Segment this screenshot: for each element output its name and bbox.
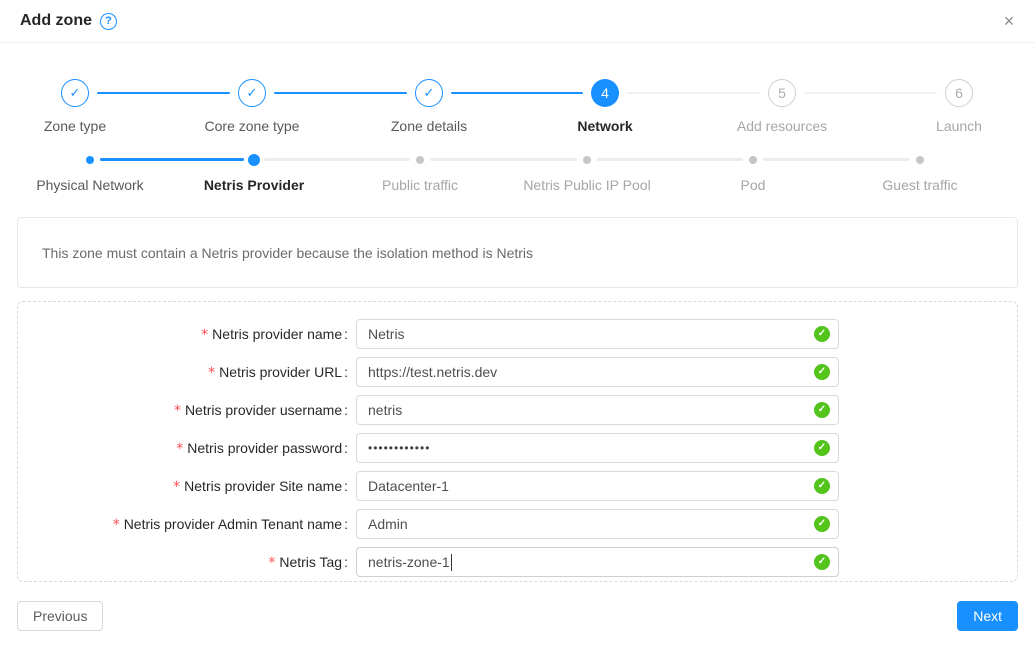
form-row-netris-tag: *Netris Tag: netris-zone-1 ✓	[18, 547, 1017, 577]
check-icon: ✓	[424, 85, 435, 101]
substep-label-pod: Pod	[741, 177, 766, 193]
step-icon-add-resources: 5	[768, 79, 796, 107]
form-row-provider-username: *Netris provider username: netris ✓	[18, 395, 1017, 425]
substep-dot-pod	[749, 156, 757, 164]
step-icon-launch: 6	[945, 79, 973, 107]
form-row-provider-password: *Netris provider password: •••••••••••• …	[18, 433, 1017, 463]
valid-check-icon: ✓	[814, 516, 830, 532]
step-number: 5	[778, 85, 786, 101]
netris-provider-name-input[interactable]: Netris ✓	[356, 319, 839, 349]
next-button[interactable]: Next	[957, 601, 1018, 631]
substep-connector	[763, 158, 910, 161]
field-label: *Netris provider password:	[18, 440, 348, 457]
step-connector	[627, 92, 760, 94]
netris-provider-url-input[interactable]: https://test.netris.dev ✓	[356, 357, 839, 387]
substep-label-guest-traffic: Guest traffic	[882, 177, 957, 193]
step-label-add-resources: Add resources	[737, 118, 827, 134]
form-row-provider-url: *Netris provider URL: https://test.netri…	[18, 357, 1017, 387]
field-label: *Netris provider name:	[18, 326, 348, 343]
step-label-core-zone-type: Core zone type	[205, 118, 300, 134]
field-label: *Netris provider URL:	[18, 364, 348, 381]
substep-label-public-traffic: Public traffic	[382, 177, 458, 193]
previous-button[interactable]: Previous	[17, 601, 103, 631]
field-label: *Netris provider username:	[18, 402, 348, 419]
check-icon: ✓	[247, 85, 258, 101]
required-asterisk: *	[173, 479, 180, 495]
required-asterisk: *	[176, 441, 183, 457]
substep-dot-guest-traffic	[916, 156, 924, 164]
add-zone-dialog: Add zone ? × ✓ ✓ ✓ 4 5 6 Zone type Core …	[0, 0, 1035, 653]
substep-dot-physical-network	[86, 156, 94, 164]
netris-provider-username-input[interactable]: netris ✓	[356, 395, 839, 425]
field-label: *Netris Tag:	[18, 554, 348, 571]
form-row-admin-tenant-name: *Netris provider Admin Tenant name: Admi…	[18, 509, 1017, 539]
valid-check-icon: ✓	[814, 554, 830, 570]
step-label-zone-details: Zone details	[391, 118, 467, 134]
netris-provider-site-name-input[interactable]: Datacenter-1 ✓	[356, 471, 839, 501]
valid-check-icon: ✓	[814, 478, 830, 494]
step-label-launch: Launch	[936, 118, 982, 134]
isolation-notice: This zone must contain a Netris provider…	[17, 217, 1018, 288]
required-asterisk: *	[174, 403, 181, 419]
valid-check-icon: ✓	[814, 402, 830, 418]
substep-dot-netris-provider	[248, 154, 260, 166]
text-cursor	[451, 554, 452, 571]
netris-provider-admin-tenant-input[interactable]: Admin ✓	[356, 509, 839, 539]
required-asterisk: *	[201, 327, 208, 343]
required-asterisk: *	[268, 555, 275, 571]
netris-tag-input[interactable]: netris-zone-1 ✓	[356, 547, 839, 577]
substep-connector	[264, 158, 410, 161]
form-row-site-name: *Netris provider Site name: Datacenter-1…	[18, 471, 1017, 501]
valid-check-icon: ✓	[814, 440, 830, 456]
step-number: 6	[955, 85, 963, 101]
step-connector	[97, 92, 230, 94]
substep-label-physical-network: Physical Network	[36, 177, 143, 193]
step-icon-core-zone-type: ✓	[238, 79, 266, 107]
notice-text: This zone must contain a Netris provider…	[42, 245, 533, 261]
valid-check-icon: ✓	[814, 364, 830, 380]
step-icon-zone-details: ✓	[415, 79, 443, 107]
substep-connector	[100, 158, 244, 161]
step-icon-network: 4	[591, 79, 619, 107]
step-connector	[804, 92, 937, 94]
step-number: 4	[601, 85, 609, 101]
valid-check-icon: ✓	[814, 326, 830, 342]
required-asterisk: *	[208, 365, 215, 381]
field-label: *Netris provider Site name:	[18, 478, 348, 495]
step-connector	[451, 92, 583, 94]
substep-label-netris-provider: Netris Provider	[204, 177, 304, 193]
netris-provider-password-input[interactable]: •••••••••••• ✓	[356, 433, 839, 463]
step-label-zone-type: Zone type	[44, 118, 106, 134]
step-connector	[274, 92, 407, 94]
substep-connector	[430, 158, 577, 161]
wizard-steps: ✓ ✓ ✓ 4 5 6 Zone type Core zone type Zon…	[0, 0, 1035, 210]
substep-connector	[597, 158, 743, 161]
field-label: *Netris provider Admin Tenant name:	[18, 516, 348, 533]
form-row-provider-name: *Netris provider name: Netris ✓	[18, 319, 1017, 349]
substep-dot-public-traffic	[416, 156, 424, 164]
substep-label-netris-public-ip-pool: Netris Public IP Pool	[523, 177, 650, 193]
substep-dot-netris-public-ip-pool	[583, 156, 591, 164]
netris-provider-form: *Netris provider name: Netris ✓ *Netris …	[17, 301, 1018, 582]
step-label-network: Network	[577, 118, 632, 134]
required-asterisk: *	[113, 517, 120, 533]
step-icon-zone-type: ✓	[61, 79, 89, 107]
check-icon: ✓	[70, 85, 81, 101]
